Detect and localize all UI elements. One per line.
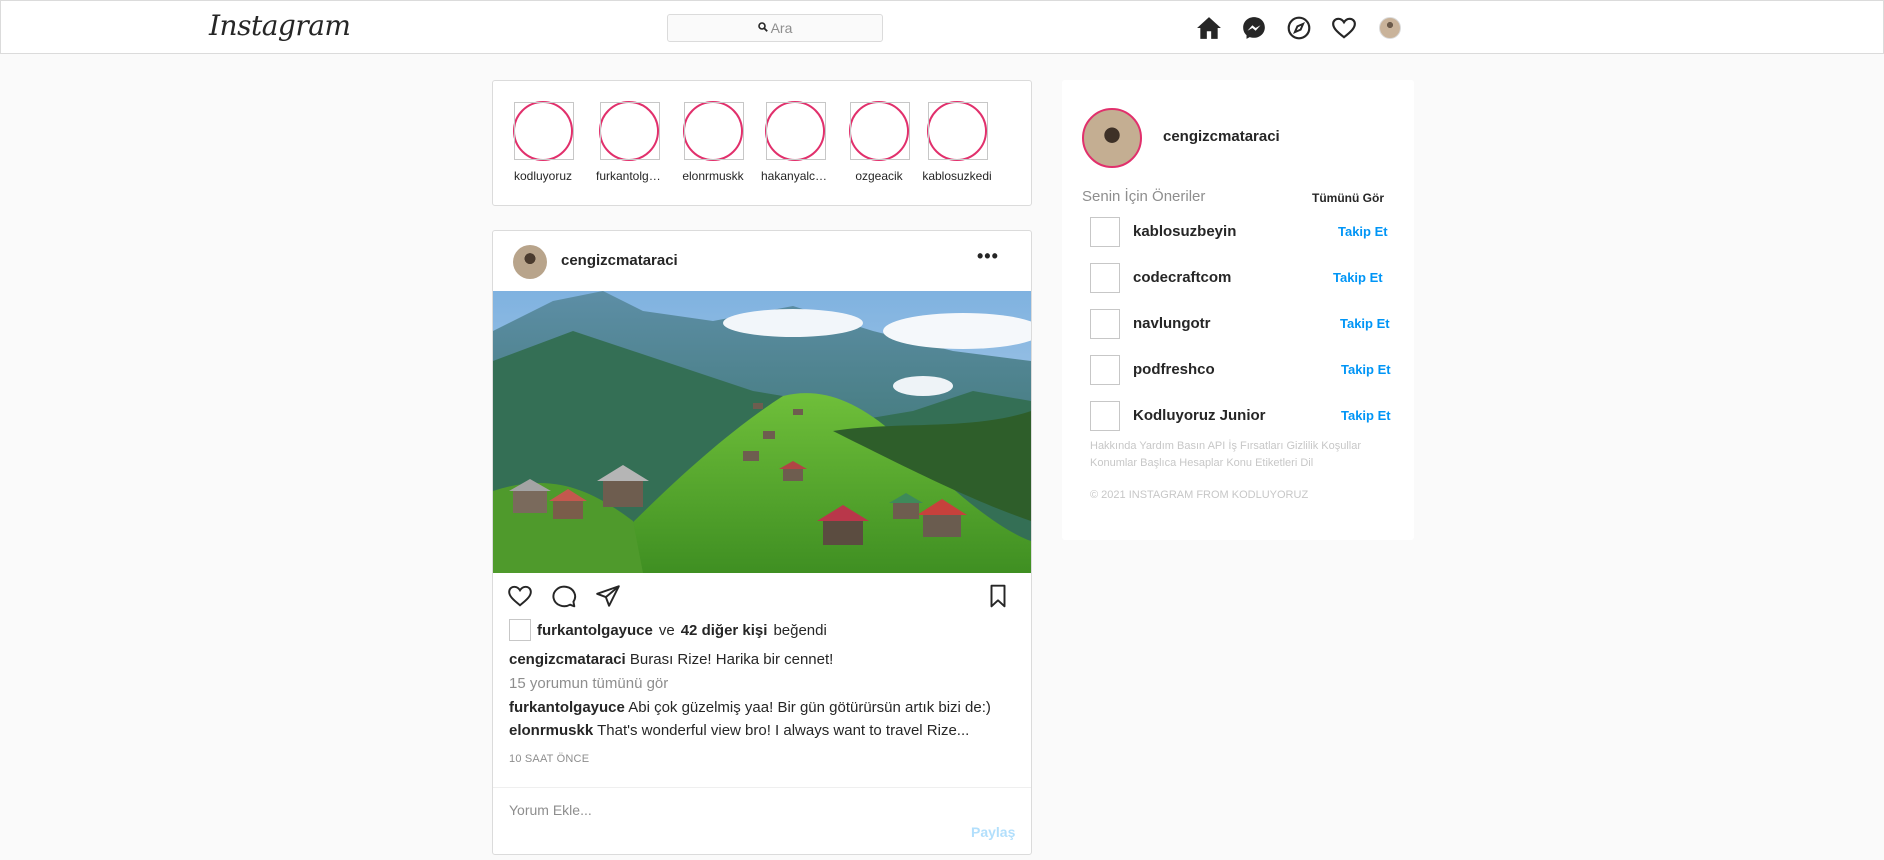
current-username[interactable]: cengizcmataraci	[1163, 128, 1280, 145]
search-input[interactable]: Ara	[667, 14, 883, 42]
share-send-icon[interactable]	[593, 581, 623, 611]
broken-image-icon	[1090, 263, 1120, 293]
follow-button[interactable]: Takip Et	[1333, 270, 1383, 285]
story-item[interactable]: ozgeacik	[839, 101, 919, 183]
comment-icon[interactable]	[549, 581, 579, 611]
story-ring	[849, 101, 910, 161]
follow-button[interactable]: Takip Et	[1338, 224, 1388, 239]
heart-icon[interactable]	[1321, 15, 1366, 41]
add-comment-area: Yorum Ekle... Paylaş	[493, 787, 1031, 855]
home-icon[interactable]	[1186, 15, 1231, 41]
footer-links[interactable]: Hakkında Yardım Basın API İş Fırsatları …	[1090, 438, 1390, 472]
comment: furkantolgayuce Abi çok güzelmiş yaa! Bi…	[509, 699, 991, 716]
avatar[interactable]	[1082, 108, 1142, 168]
comment-text: That's wonderful view bro! I always want…	[597, 722, 970, 739]
story-ring	[683, 101, 744, 161]
follow-button[interactable]: Takip Et	[1341, 408, 1391, 423]
liker-username[interactable]: furkantolgayuce	[537, 622, 653, 639]
comment-text: Abi çok güzelmiş yaa! Bir gün götürürsün…	[628, 699, 991, 716]
suggestion-item: navlungotr Takip Et	[1090, 309, 1406, 339]
nav-icons	[1186, 15, 1411, 41]
story-username: furkantolgayuce	[596, 169, 662, 183]
caption-text: Burası Rize! Harika bir cennet!	[629, 651, 834, 668]
top-nav-bar: Instagram Ara	[0, 0, 1884, 54]
suggestion-username[interactable]: navlungotr	[1133, 315, 1211, 332]
story-ring	[765, 101, 826, 161]
story-username: kablosuzkedi	[922, 169, 992, 183]
post-header: cengizcmataraci •••	[493, 231, 1031, 291]
suggestion-username[interactable]: kablosuzbeyin	[1133, 223, 1236, 240]
caption-username[interactable]: cengizcmataraci	[509, 651, 626, 668]
broken-image-icon	[1090, 217, 1120, 247]
suggestion-item: Kodluyoruz Junior Takip Et	[1090, 401, 1406, 431]
story-username: kodluyoruz	[513, 169, 573, 183]
comment: elonrmuskk That's wonderful view bro! I …	[509, 722, 969, 739]
post-image[interactable]	[493, 291, 1031, 573]
post-caption: cengizcmataraci Burası Rize! Harika bir …	[509, 651, 833, 668]
broken-image-icon	[684, 102, 744, 160]
suggestion-username[interactable]: Kodluyoruz Junior	[1133, 407, 1266, 424]
like-heart-icon[interactable]	[505, 581, 535, 611]
broken-image-icon	[766, 102, 826, 160]
post-username[interactable]: cengizcmataraci	[561, 252, 678, 269]
avatar[interactable]	[513, 245, 547, 279]
suggestions-title: Senin İçin Öneriler	[1082, 188, 1206, 205]
more-options-icon[interactable]: •••	[977, 246, 999, 267]
post-actions	[493, 581, 1031, 617]
share-comment-button[interactable]: Paylaş	[971, 824, 1015, 840]
broken-image-icon	[514, 102, 574, 160]
suggestion-username[interactable]: codecraftcom	[1133, 269, 1231, 286]
story-item[interactable]: kablosuzkedi	[917, 101, 997, 183]
broken-image-icon	[1090, 355, 1120, 385]
suggestion-username[interactable]: podfreshco	[1133, 361, 1215, 378]
broken-image-icon	[600, 102, 660, 160]
stories-tray: kodluyoruz furkantolgayuce elonrmuskk ha…	[492, 80, 1032, 206]
avatar	[1378, 17, 1401, 39]
likes-others[interactable]: 42 diğer kişi	[681, 622, 768, 639]
story-ring	[599, 101, 660, 161]
broken-image-icon	[850, 102, 910, 160]
broken-image-icon	[509, 619, 531, 641]
instagram-logo[interactable]: Instagram	[209, 9, 351, 42]
follow-button[interactable]: Takip Et	[1340, 316, 1390, 331]
suggestion-item: kablosuzbeyin Takip Et	[1090, 217, 1406, 247]
sidebar: cengizcmataraci Senin İçin Öneriler Tümü…	[1062, 80, 1414, 540]
view-all-comments-link[interactable]: 15 yorumun tümünü gör	[509, 675, 668, 692]
likes-connector: ve	[658, 621, 675, 639]
story-username: ozgeacik	[855, 169, 903, 183]
story-ring	[927, 101, 988, 161]
story-item[interactable]: hakanyalcinkaya	[755, 101, 835, 183]
explore-icon[interactable]	[1276, 15, 1321, 41]
see-all-link[interactable]: Tümünü Gör	[1312, 191, 1384, 205]
suggestion-item: codecraftcom Takip Et	[1090, 263, 1406, 293]
search-icon	[757, 21, 768, 35]
broken-image-icon	[1090, 401, 1120, 431]
story-username: elonrmuskk	[682, 169, 744, 183]
copyright: © 2021 INSTAGRAM FROM KODLUYORUZ	[1090, 489, 1309, 501]
story-item[interactable]: kodluyoruz	[503, 101, 583, 183]
feed-post: cengizcmataraci ••• furkantolgayuce ve 4…	[492, 230, 1032, 855]
post-timestamp: 10 SAAT ÖNCE	[509, 753, 590, 765]
story-item[interactable]: elonrmuskk	[673, 101, 753, 183]
story-ring	[513, 101, 574, 161]
comment-username[interactable]: elonrmuskk	[509, 722, 593, 739]
broken-image-icon	[1090, 309, 1120, 339]
broken-image-icon	[928, 102, 988, 160]
comment-username[interactable]: furkantolgayuce	[509, 699, 625, 716]
messenger-icon[interactable]	[1231, 15, 1276, 41]
bookmark-icon[interactable]	[983, 581, 1013, 611]
story-item[interactable]: furkantolgayuce	[589, 101, 669, 183]
suggestion-item: podfreshco Takip Et	[1090, 355, 1406, 385]
add-comment-input[interactable]: Yorum Ekle...	[509, 802, 592, 818]
profile-avatar[interactable]	[1366, 15, 1411, 41]
likes-summary: furkantolgayuce ve 42 diğer kişi beğendi	[509, 619, 827, 641]
search-placeholder: Ara	[770, 20, 793, 36]
story-username: hakanyalcinkaya	[761, 169, 829, 183]
follow-button[interactable]: Takip Et	[1341, 362, 1391, 377]
likes-suffix: beğendi	[773, 621, 827, 639]
